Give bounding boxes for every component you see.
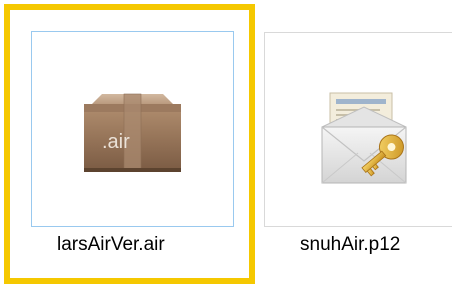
file-name-label[interactable]: snuhAir.p12 — [300, 234, 400, 256]
file-name-label[interactable]: larsAirVer.air — [57, 234, 165, 256]
package-label-text: .air — [102, 131, 130, 153]
file-thumbnail[interactable] — [264, 32, 452, 227]
file-item-air[interactable]: .air larsAirVer.air — [0, 0, 256, 285]
certificate-envelope-key-icon — [318, 87, 418, 202]
file-thumbnail[interactable]: .air — [31, 31, 234, 227]
package-box-icon: .air — [80, 92, 185, 182]
